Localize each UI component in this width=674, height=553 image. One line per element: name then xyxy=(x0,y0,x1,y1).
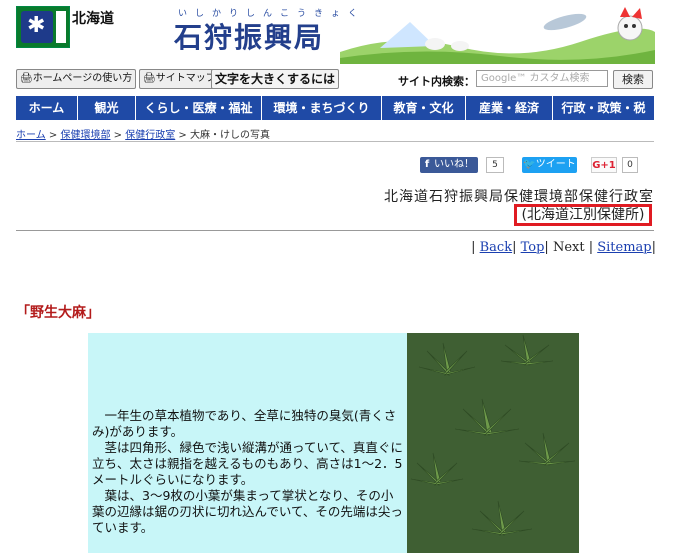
twitter-icon: 🐦 xyxy=(523,159,536,170)
textsize-button[interactable]: 文字を大きくするには xyxy=(211,69,340,89)
search-label: サイト内検索： xyxy=(398,75,475,88)
breadcrumb-home[interactable]: ホーム xyxy=(16,130,46,141)
back-link[interactable]: Back xyxy=(480,240,512,255)
main-nav: ホーム 観光 くらし・医療・福祉 環境・まちづくり 教育・文化 産業・経済 行政… xyxy=(16,96,654,120)
gplus-count: 0 xyxy=(622,157,638,173)
nav-environment[interactable]: 環境・まちづくり xyxy=(262,96,382,120)
hokkaido-emblem-icon xyxy=(21,11,53,43)
like-count: 5 xyxy=(486,157,504,173)
content-paragraph: 茎は四角形、緑色で浅い縦溝が通っていて、真直ぐに立ち、太さは親指を越えるものもあ… xyxy=(92,440,403,487)
cannabis-plant-photo xyxy=(407,333,579,553)
next-text: Next xyxy=(552,240,585,255)
breadcrumb-current: 大麻・けしの写真 xyxy=(190,130,270,141)
breadcrumb-section[interactable]: 保健行政室 xyxy=(125,130,175,141)
sitemap-button[interactable]: 🖨サイトマップ xyxy=(139,69,220,89)
breadcrumb-dept[interactable]: 保健環境部 xyxy=(60,130,110,141)
search-button[interactable]: 検索 xyxy=(613,70,653,89)
prefecture-name: 北海道 xyxy=(72,11,114,27)
search-input[interactable]: Google™ カスタム検索 xyxy=(476,70,608,87)
nav-administration[interactable]: 行政・政策・税 xyxy=(553,96,654,120)
gplus-button[interactable]: G+1 xyxy=(591,157,617,173)
content-text: 一年生の草本植物であり、全草に独特の臭気(青くさみ)があります。 茎は四角形、緑… xyxy=(92,408,404,536)
office-name: 北海道石狩振興局保健環境部保健行政室 xyxy=(384,189,654,205)
section-title: 「野生大麻」 xyxy=(16,305,100,321)
office-subname-highlighted: (北海道江別保健所) xyxy=(514,204,652,226)
sitemap-link[interactable]: Sitemap xyxy=(597,240,651,255)
facebook-icon: f xyxy=(424,159,430,170)
header-scenery-image xyxy=(340,7,655,64)
breadcrumb: ホーム > 保健環境部 > 保健行政室 > 大麻・けしの写真 xyxy=(16,130,270,141)
nav-industry[interactable]: 産業・経済 xyxy=(466,96,553,120)
facebook-like-button[interactable]: f いいね！ xyxy=(420,157,478,173)
nav-home[interactable]: ホーム xyxy=(16,96,78,120)
nav-education[interactable]: 教育・文化 xyxy=(382,96,466,120)
tweet-button[interactable]: 🐦ツイート xyxy=(522,157,577,173)
pager: | Back| Top| Next | Sitemap| xyxy=(471,240,656,255)
nav-living[interactable]: くらし・医療・福祉 xyxy=(136,96,262,120)
hokkaido-logo[interactable] xyxy=(16,6,70,48)
content-paragraph: 葉は、3～9枚の小葉が集まって掌状となり、その小葉の辺縁は鋸の刃状に切れ込んでい… xyxy=(92,488,403,535)
top-link[interactable]: Top xyxy=(521,240,545,255)
content-paragraph: 一年生の草本植物であり、全草に独特の臭気(青くさみ)があります。 xyxy=(92,408,397,439)
howto-button[interactable]: 🖨ホームページの使い方 xyxy=(16,69,137,89)
divider xyxy=(16,230,654,231)
divider xyxy=(16,141,654,142)
nav-tourism[interactable]: 観光 xyxy=(78,96,136,120)
site-title[interactable]: 石狩振興局 xyxy=(174,16,324,56)
